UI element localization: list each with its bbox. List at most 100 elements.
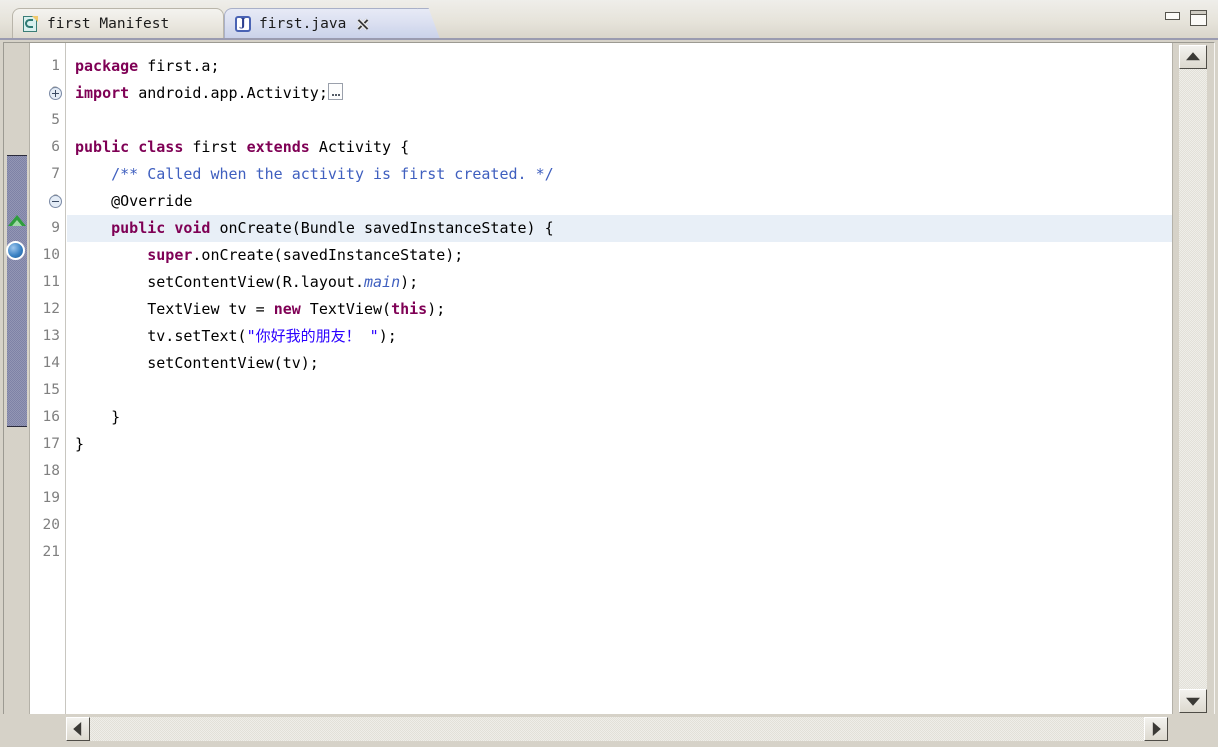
code-token: /** Called when the activity is first cr… [75,165,554,183]
tab-label-manifest: first Manifest [47,16,170,32]
code-token: super [147,246,193,264]
code-line[interactable]: setContentView(R.layout.main); [75,269,418,296]
line-number: 18 [42,463,60,479]
scroll-up-button[interactable] [1179,45,1207,69]
code-line[interactable]: @Override [75,188,192,215]
bottom-right-filler [1170,714,1218,747]
code-token: setContentView(tv); [75,354,319,372]
code-token: new [273,300,301,318]
line-number: 12 [42,301,60,317]
line-number: 16 [42,409,60,425]
code-token: "你好我的朋友！ " [246,327,379,345]
code-token: public [75,138,130,156]
arrow-left-icon [73,722,82,736]
code-token: first.a; [138,57,220,75]
code-token: void [174,219,211,237]
editor-body: 1256789101112131415161718192021 package … [3,42,1215,716]
fold-collapse-icon[interactable] [49,195,62,208]
bottom-left-filler [0,714,64,747]
line-number: 10 [42,247,60,263]
minimize-icon [1165,12,1180,20]
bookmark-circle-icon[interactable] [6,241,25,260]
line-number: 14 [42,355,60,371]
tab-trailing-curve [418,8,440,39]
vertical-scrollbar-track[interactable] [1179,69,1207,689]
line-number: 9 [51,220,60,236]
code-token: main [363,273,401,291]
code-token: class [138,138,184,156]
code-token: android.app.Activity; [129,84,328,102]
code-token: @Override [75,192,193,210]
horizontal-scrollbar-track[interactable] [90,717,1144,741]
editor-part: first Manifest J first.java 12567891011 [0,0,1218,747]
selection-range-marker [7,155,27,427]
code-token: import [75,84,130,102]
code-token: package [75,57,139,75]
editor-tab-bar: first Manifest J first.java [0,0,1218,40]
code-line[interactable]: /** Called when the activity is first cr… [75,161,554,188]
arrow-up-icon [1186,52,1200,61]
maximize-button[interactable] [1190,10,1208,27]
tab-label-java: first.java [259,16,347,32]
close-icon[interactable] [356,18,369,31]
code-token: setContentView(R.layout. [75,273,364,291]
scroll-right-button[interactable] [1144,717,1168,741]
code-line[interactable]: super.onCreate(savedInstanceState); [75,242,463,269]
code-token: TextView tv = [75,300,274,318]
code-text-area[interactable]: package first.a; import android.app.Activ… [67,43,1172,715]
line-number: 7 [51,166,60,182]
code-token: Activity { [309,138,410,156]
arrow-down-icon [1186,697,1200,706]
line-number: 20 [42,517,60,533]
tab-first-java[interactable]: J first.java [224,8,420,39]
fold-expand-icon[interactable] [49,87,62,100]
code-token: .onCreate(savedInstanceState); [192,246,464,264]
code-token: first [183,138,247,156]
code-token: } [75,435,85,453]
line-number: 11 [42,274,60,290]
vertical-scrollbar[interactable] [1172,43,1214,715]
tab-first-manifest[interactable]: first Manifest [12,8,224,39]
scroll-left-button[interactable] [66,717,90,741]
code-line[interactable]: } [75,431,84,458]
arrow-right-icon [1152,722,1161,736]
minimize-button[interactable] [1164,10,1181,25]
line-number: 15 [42,382,60,398]
folded-region-icon[interactable] [327,83,343,100]
line-number: 21 [42,544,60,560]
code-token: onCreate(Bundle savedInstanceState) { [210,219,554,237]
code-token: extends [246,138,310,156]
line-number: 1 [51,58,60,74]
code-token: ); [378,327,397,345]
code-line[interactable]: tv.setText("你好我的朋友！ "); [75,323,397,350]
android-manifest-icon [23,15,39,33]
tab-bar-underline [0,38,1218,40]
scroll-down-button[interactable] [1179,689,1207,713]
annotation-ruler[interactable] [4,43,30,715]
line-number: 13 [42,328,60,344]
code-token: ); [400,273,419,291]
horizontal-scrollbar[interactable] [64,714,1170,744]
line-number-ruler: 1256789101112131415161718192021 [30,43,66,715]
line-number: 6 [51,139,60,155]
code-token: TextView( [300,300,392,318]
code-token: public [111,219,166,237]
code-line[interactable]: public void onCreate(Bundle savedInstanc… [75,215,554,242]
code-token: tv.setText( [75,327,247,345]
code-line[interactable]: import android.app.Activity; [75,80,343,107]
code-line[interactable]: public class first extends Activity { [75,134,409,161]
code-line[interactable]: } [75,404,120,431]
line-number: 5 [51,112,60,128]
code-line[interactable]: package first.a; [75,53,220,80]
overwrite-triangle-inner-icon [12,220,22,226]
code-token: this [391,300,428,318]
code-line[interactable]: setContentView(tv); [75,350,319,377]
maximize-icon [1190,10,1207,26]
line-number: 19 [42,490,60,506]
java-file-icon: J [235,16,251,32]
code-line[interactable]: TextView tv = new TextView(this); [75,296,445,323]
